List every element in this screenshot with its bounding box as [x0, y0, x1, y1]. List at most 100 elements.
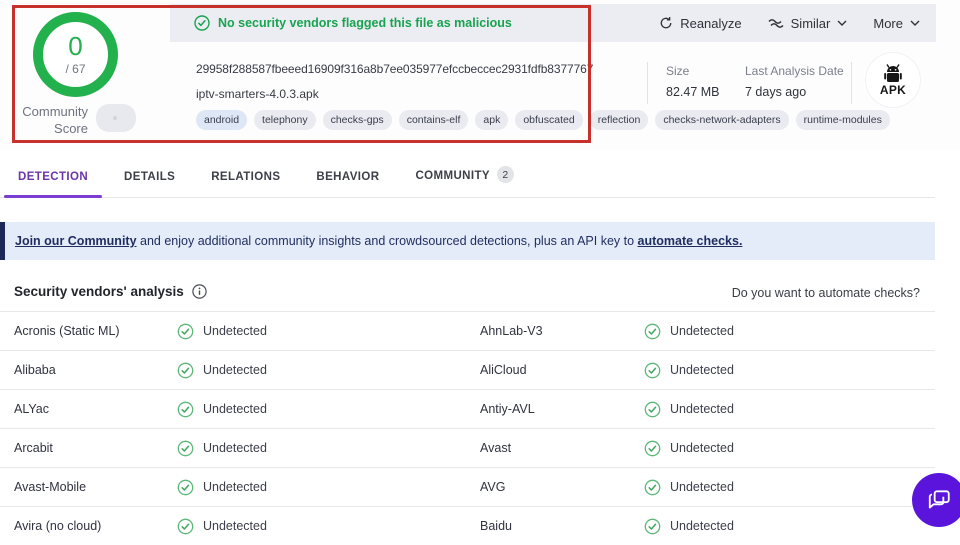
tag-reflection[interactable]: reflection: [589, 110, 649, 130]
table-row: Acronis (Static ML) Undetected AhnLab-V3…: [0, 311, 935, 350]
check-circle-icon: [194, 15, 210, 31]
chat-bubble-icon: [926, 487, 952, 513]
vendor-status: Undetected: [644, 390, 734, 428]
reanalyze-button[interactable]: Reanalyze: [659, 16, 742, 31]
check-circle-icon: [177, 440, 194, 457]
community-score-label: Community Score: [22, 104, 88, 136]
vendor-name: Baidu: [480, 519, 512, 533]
detection-score-circle: 0 / 67: [33, 12, 118, 97]
file-type-label: APK: [879, 83, 907, 97]
last-analysis-value: 7 days ago: [745, 85, 807, 99]
detections-total: / 67: [65, 62, 86, 76]
tag-checks-network-adapters[interactable]: checks-network-adapters: [655, 110, 789, 130]
banner-text: and enjoy additional community insights …: [136, 234, 638, 248]
tab-detection[interactable]: DETECTION: [3, 171, 103, 198]
reanalyze-icon: [659, 16, 673, 30]
vendor-status: Undetected: [177, 351, 267, 389]
tag-apk[interactable]: apk: [475, 110, 509, 130]
verdict-banner: No security vendors flagged this file as…: [194, 15, 512, 31]
vendor-status: Undetected: [644, 507, 734, 545]
file-type-badge: APK: [866, 53, 920, 107]
virustotal-file-report: 0 / 67 Community Score No security vendo…: [0, 0, 960, 538]
tag-contains-elf[interactable]: contains-elf: [398, 110, 469, 130]
check-circle-icon: [177, 401, 194, 418]
vendor-name: AhnLab-V3: [480, 324, 543, 338]
vendor-analysis-table: Acronis (Static ML) Undetected AhnLab-V3…: [0, 311, 935, 545]
vendor-name: Avast-Mobile: [14, 480, 87, 494]
vendor-name: Alibaba: [14, 363, 56, 377]
header-actions: Reanalyze Similar More: [659, 4, 920, 42]
section-title: Security vendors' analysis: [14, 284, 207, 299]
report-header: 0 / 67 Community Score No security vendo…: [0, 0, 960, 150]
check-circle-icon: [644, 479, 661, 496]
chevron-down-icon: [837, 20, 847, 26]
table-row: Avast-Mobile Undetected AVG Undetected: [0, 467, 935, 506]
detections-count: 0: [68, 31, 83, 61]
size-value: 82.47 MB: [666, 85, 720, 99]
tag-runtime-modules[interactable]: runtime-modules: [795, 110, 890, 130]
check-circle-icon: [177, 362, 194, 379]
tab-details[interactable]: DETAILS: [124, 171, 175, 197]
info-icon[interactable]: [192, 284, 207, 299]
top-strip: No security vendors flagged this file as…: [170, 4, 936, 42]
vendor-name: Avira (no cloud): [14, 519, 102, 533]
table-row: Avira (no cloud) Undetected Baidu Undete…: [0, 506, 935, 545]
vendor-name: AVG: [480, 480, 506, 494]
last-analysis-block: Last Analysis Date 7 days ago: [745, 64, 844, 99]
file-sha256: 29958f288587fbeeed16909f316a8b7ee035977e…: [196, 62, 594, 76]
file-tags: android telephony checks-gps contains-el…: [196, 110, 890, 130]
last-analysis-label: Last Analysis Date: [745, 64, 844, 78]
tag-android[interactable]: android: [196, 110, 248, 130]
automate-checks-prompt[interactable]: Do you want to automate checks?: [732, 286, 920, 300]
vendor-status: Undetected: [177, 468, 267, 506]
tab-community[interactable]: COMMUNITY 2: [415, 166, 514, 197]
check-circle-icon: [644, 362, 661, 379]
vendor-status: Undetected: [644, 468, 734, 506]
report-tabbar: DETECTION DETAILS RELATIONS BEHAVIOR COM…: [0, 150, 935, 198]
meta-divider: [851, 62, 852, 104]
verdict-message: No security vendors flagged this file as…: [218, 16, 512, 30]
vendor-name: ALYac: [14, 402, 49, 416]
similar-icon: [768, 18, 784, 29]
check-circle-icon: [644, 518, 661, 535]
similar-button[interactable]: Similar: [768, 16, 848, 31]
automate-checks-link[interactable]: automate checks.: [638, 234, 743, 248]
tab-relations[interactable]: RELATIONS: [211, 171, 280, 197]
vendor-status: Undetected: [644, 429, 734, 467]
community-vote-widget[interactable]: [96, 104, 136, 132]
check-circle-icon: [644, 323, 661, 340]
more-button[interactable]: More: [873, 16, 920, 31]
meta-divider: [647, 62, 648, 104]
check-circle-icon: [177, 323, 194, 340]
check-circle-icon: [644, 440, 661, 457]
vendor-status: Undetected: [177, 507, 267, 545]
check-circle-icon: [177, 479, 194, 496]
vendor-name: Arcabit: [14, 441, 53, 455]
tag-telephony[interactable]: telephony: [254, 110, 316, 130]
vendor-status: Undetected: [644, 351, 734, 389]
chat-fab-button[interactable]: [912, 473, 960, 527]
tag-checks-gps[interactable]: checks-gps: [322, 110, 392, 130]
join-community-link[interactable]: Join our Community: [15, 234, 137, 248]
size-label: Size: [666, 64, 690, 78]
tag-obfuscated[interactable]: obfuscated: [515, 110, 583, 130]
vendor-status: Undetected: [177, 312, 267, 350]
analysis-section-header: Security vendors' analysis Do you want t…: [0, 278, 935, 311]
android-robot-icon: [880, 63, 906, 85]
file-size-block: Size 82.47 MB: [666, 64, 720, 99]
vendor-status: Undetected: [177, 429, 267, 467]
check-circle-icon: [644, 401, 661, 418]
vendor-name: Antiy-AVL: [480, 402, 535, 416]
vendor-status: Undetected: [177, 390, 267, 428]
join-community-banner: Join our Community and enjoy additional …: [0, 222, 935, 260]
vendor-name: Acronis (Static ML): [14, 324, 120, 338]
chevron-down-icon: [910, 20, 920, 26]
vendor-status: Undetected: [644, 312, 734, 350]
tab-behavior[interactable]: BEHAVIOR: [316, 171, 379, 197]
table-row: Arcabit Undetected Avast Undetected: [0, 428, 935, 467]
community-count-badge: 2: [496, 166, 514, 183]
file-name: iptv-smarters-4.0.3.apk: [196, 87, 319, 101]
vendor-name: AliCloud: [480, 363, 527, 377]
table-row: ALYac Undetected Antiy-AVL Undetected: [0, 389, 935, 428]
check-circle-icon: [177, 518, 194, 535]
